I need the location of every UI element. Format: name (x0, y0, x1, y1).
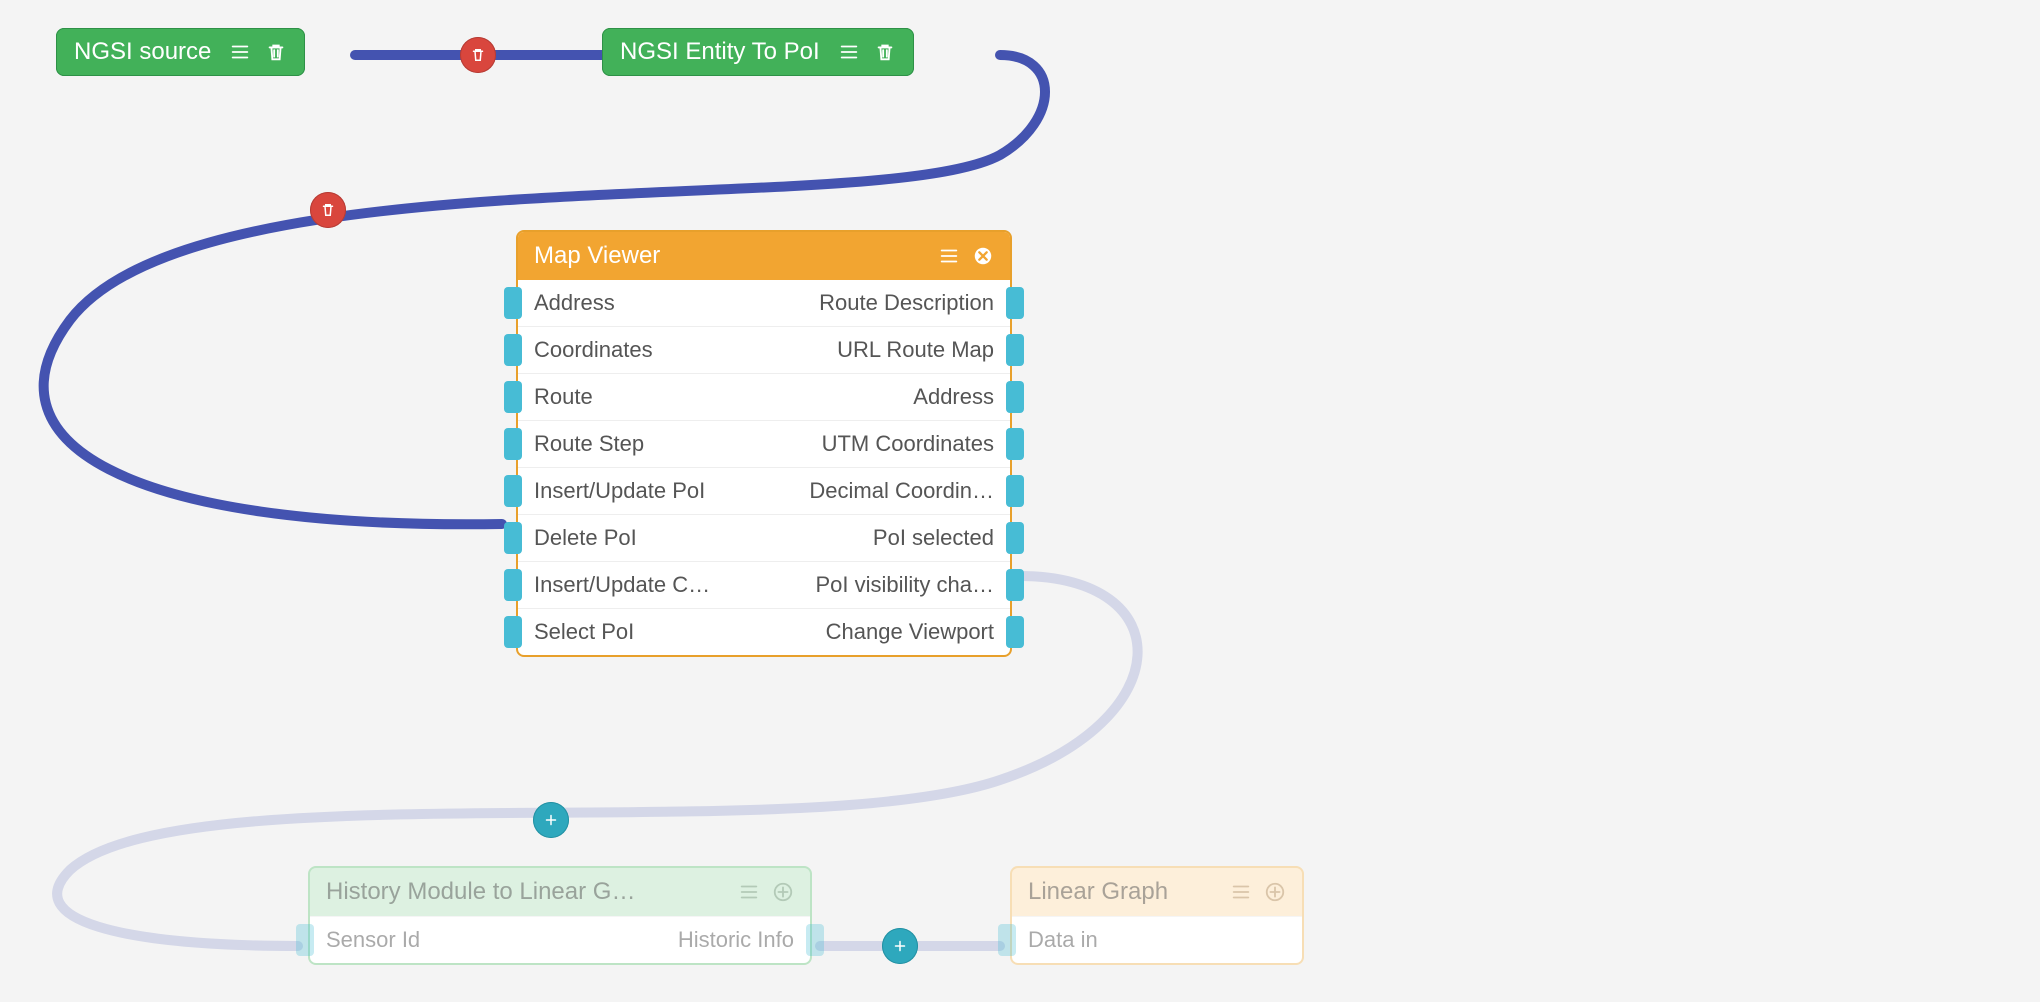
output-port[interactable] (1006, 287, 1024, 319)
output-port[interactable] (1006, 334, 1024, 366)
endpoint-label: Select PoI (534, 619, 634, 645)
menu-icon[interactable] (1230, 881, 1252, 903)
output-port[interactable] (1006, 381, 1024, 413)
node-map-viewer[interactable]: Map Viewer Address Route Description Coord… (516, 230, 1012, 657)
node-ngsi-entity-to-poi[interactable]: NGSI Entity To PoI (590, 28, 926, 76)
input-port[interactable] (504, 428, 522, 460)
node-title: History Module to Linear G… (326, 878, 635, 906)
add-wire-button[interactable] (882, 928, 918, 964)
node-ngsi-source[interactable]: NGSI source (56, 28, 317, 76)
input-port[interactable] (504, 475, 522, 507)
widget-row: Coordinates URL Route Map (518, 326, 1010, 373)
widget-row: Route Step UTM Coordinates (518, 420, 1010, 467)
input-port[interactable] (504, 381, 522, 413)
endpoint-label: Insert/Update PoI (534, 478, 705, 504)
widget-title: Map Viewer (534, 242, 660, 270)
node-title: NGSI source (74, 38, 211, 66)
delete-wire-button[interactable] (310, 192, 346, 228)
input-port[interactable] (504, 334, 522, 366)
node-linear-graph[interactable]: Linear Graph Data in (1010, 866, 1304, 965)
add-wire-button[interactable] (533, 802, 569, 838)
endpoint-label: Delete PoI (534, 525, 637, 551)
endpoint-label: UTM Coordinates (822, 431, 994, 457)
output-port[interactable] (1006, 475, 1024, 507)
endpoint-label: Data in (1028, 927, 1098, 953)
endpoint-label: Address (913, 384, 994, 410)
endpoint-label: PoI visibility cha… (815, 572, 994, 598)
endpoint-label: Historic Info (678, 927, 794, 953)
widget-row: Select PoI Change Viewport (518, 608, 1010, 655)
widget-row: Address Route Description (518, 280, 1010, 326)
endpoint-label: Route (534, 384, 593, 410)
widget-title: Linear Graph (1028, 878, 1168, 906)
endpoint-label: PoI selected (873, 525, 994, 551)
node-history-module[interactable]: History Module to Linear G… Sensor Id Hi… (308, 866, 812, 965)
output-port[interactable] (1006, 522, 1024, 554)
node-title: NGSI Entity To PoI (620, 38, 820, 66)
widget-row: Insert/Update PoI Decimal Coordin… (518, 467, 1010, 514)
input-port[interactable] (504, 616, 522, 648)
endpoint-label: Sensor Id (326, 927, 420, 953)
input-port[interactable] (296, 924, 314, 956)
menu-icon[interactable] (738, 881, 760, 903)
output-port[interactable] (1006, 569, 1024, 601)
endpoint-label: Route Description (819, 290, 994, 316)
delete-wire-button[interactable] (460, 37, 496, 73)
input-port[interactable] (504, 569, 522, 601)
expand-icon[interactable] (1264, 881, 1286, 903)
endpoint-label: Route Step (534, 431, 644, 457)
widget-row: Insert/Update C… PoI visibility cha… (518, 561, 1010, 608)
input-port[interactable] (504, 287, 522, 319)
endpoint-label: Address (534, 290, 615, 316)
widget-row: Route Address (518, 373, 1010, 420)
input-port[interactable] (998, 924, 1016, 956)
menu-icon[interactable] (229, 41, 251, 63)
expand-icon[interactable] (772, 881, 794, 903)
close-icon[interactable] (972, 245, 994, 267)
output-port[interactable] (1006, 428, 1024, 460)
endpoint-label: Change Viewport (826, 619, 994, 645)
endpoint-label: URL Route Map (837, 337, 994, 363)
output-port[interactable] (806, 924, 824, 956)
widget-row: Delete PoI PoI selected (518, 514, 1010, 561)
menu-icon[interactable] (938, 245, 960, 267)
menu-icon[interactable] (838, 41, 860, 63)
endpoint-label: Insert/Update C… (534, 572, 710, 598)
endpoint-label: Decimal Coordin… (809, 478, 994, 504)
output-port[interactable] (1006, 616, 1024, 648)
trash-icon[interactable] (874, 41, 896, 63)
endpoint-label: Coordinates (534, 337, 653, 363)
input-port[interactable] (504, 522, 522, 554)
trash-icon[interactable] (265, 41, 287, 63)
